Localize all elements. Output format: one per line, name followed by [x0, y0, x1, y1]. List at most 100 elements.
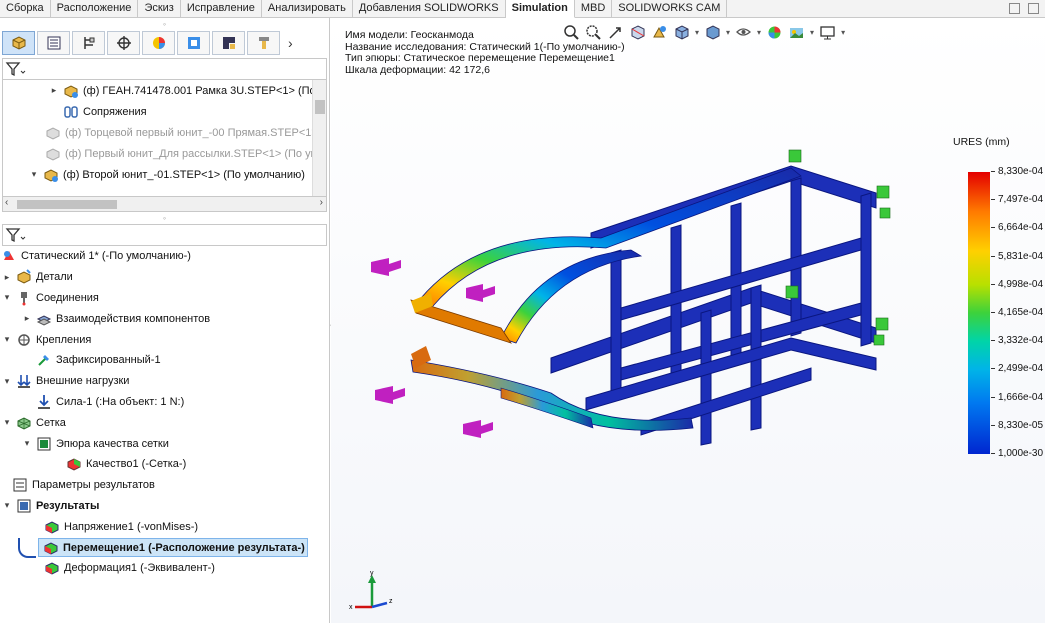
displacement-plot-icon — [42, 540, 60, 556]
expand-arrow-icon[interactable]: ▸ — [22, 313, 32, 324]
zoom-to-fit-icon[interactable] — [563, 24, 580, 41]
previous-view-icon[interactable] — [607, 24, 624, 41]
subassembly-icon — [42, 167, 60, 183]
chevron-down-icon[interactable]: ▾ — [810, 28, 814, 37]
collapse-arrow-icon[interactable]: ▾ — [2, 292, 12, 303]
hide-show-icon[interactable] — [735, 24, 752, 41]
dynamic-annotation-icon[interactable] — [651, 24, 668, 41]
study-filter[interactable] — [2, 224, 327, 246]
horizontal-scrollbar[interactable]: ‹ › — [2, 196, 327, 212]
tree-item[interactable]: ▸ Детали — [0, 267, 329, 288]
ribbon-tab[interactable]: Сборка — [0, 0, 51, 18]
chevron-down-icon[interactable]: ▾ — [726, 28, 730, 37]
legend-value: 7,497e-04 — [991, 194, 1043, 205]
panel-splitter[interactable]: ◦ — [0, 212, 329, 224]
scroll-left-icon[interactable]: ‹ — [5, 197, 8, 208]
ribbon-tab[interactable]: MBD — [575, 0, 613, 18]
selection-cursor-icon — [18, 537, 36, 558]
static-study-icon — [0, 248, 18, 264]
tree-item[interactable]: ▾ Внешние нагрузки — [0, 371, 329, 392]
fea-model-render[interactable] — [371, 138, 911, 458]
tree-item[interactable]: (ф) Первый юнит_Для рассылки.STEP<1> (По… — [3, 143, 326, 164]
tile-icon[interactable] — [1028, 3, 1039, 14]
cam-operation-tab[interactable] — [212, 31, 245, 55]
chevron-right-icon[interactable]: › — [288, 35, 293, 51]
ribbon-tab[interactable]: SOLIDWORKS CAM — [612, 0, 728, 18]
configuration-manager-tab[interactable] — [72, 31, 105, 55]
displacement-plot-row[interactable]: Перемещение1 (-Расположение результата-) — [38, 538, 308, 558]
tree-item[interactable]: ▸ (ф) ГЕАН.741478.001 Рамка 3U.STEP<1> (… — [3, 80, 326, 101]
filter-icon — [5, 62, 26, 77]
apply-scene-icon[interactable] — [788, 24, 805, 41]
fixed-geometry-icon — [35, 352, 53, 368]
tree-item[interactable]: ▸ Взаимодействия компонентов — [0, 308, 329, 329]
study-tree: Статический 1* (-По умолчанию-) ▸ Детали… — [0, 246, 329, 579]
external-loads-icon — [15, 373, 33, 389]
legend-value: 6,664e-04 — [991, 222, 1043, 233]
restore-icon[interactable] — [1009, 3, 1020, 14]
property-manager-tab[interactable] — [37, 31, 70, 55]
zoom-area-icon[interactable] — [585, 24, 602, 41]
chevron-down-icon[interactable]: ▾ — [757, 28, 761, 37]
stress-plot-icon — [43, 519, 61, 535]
view-orientation-icon[interactable] — [673, 24, 690, 41]
tree-item[interactable]: Параметры результатов — [0, 475, 329, 496]
tool-tab[interactable] — [247, 31, 280, 55]
view-settings-icon[interactable] — [819, 24, 836, 41]
tree-item-selected[interactable]: Перемещение1 (-Расположение результата-) — [0, 537, 329, 558]
feature-manager-tab[interactable] — [2, 31, 35, 55]
tree-item[interactable]: (ф) Торцевой первый юнит_-00 Прямая.STEP… — [3, 122, 326, 143]
section-view-icon[interactable] — [629, 24, 646, 41]
ribbon-tab[interactable]: Simulation — [505, 0, 575, 18]
chevron-down-icon[interactable]: ▾ — [695, 28, 699, 37]
study-root[interactable]: Статический 1* (-По умолчанию-) — [0, 246, 329, 267]
tree-item[interactable]: Качество1 (-Сетка-) — [0, 454, 329, 475]
display-manager-tab[interactable] — [142, 31, 175, 55]
tree-item[interactable]: Напряжение1 (-vonMises-) — [0, 516, 329, 537]
mesh-quality-plot-icon — [65, 456, 83, 472]
graphics-area[interactable]: Имя модели: Геосканмода Название исследо… — [331, 18, 1045, 623]
collapse-arrow-icon[interactable]: ▾ — [22, 438, 32, 449]
expand-arrow-icon[interactable]: ▸ — [49, 85, 59, 96]
display-style-icon[interactable] — [704, 24, 721, 41]
edit-appearance-icon[interactable] — [766, 24, 783, 41]
tree-item[interactable]: Деформация1 (-Эквивалент-) — [0, 558, 329, 579]
suppressed-part-icon — [44, 146, 62, 162]
tree-item[interactable]: Зафиксированный-1 — [0, 350, 329, 371]
collapse-arrow-icon[interactable]: ▾ — [2, 334, 12, 345]
fixtures-icon — [15, 332, 33, 348]
collapse-arrow-icon[interactable]: ▾ — [2, 376, 12, 387]
chevron-down-icon[interactable]: ▾ — [841, 28, 845, 37]
tool-icon — [258, 37, 269, 49]
tree-item[interactable]: Сопряжения — [3, 101, 326, 122]
tree-item[interactable]: ▾ (ф) Второй юнит_-01.STEP<1> (По умолча… — [3, 164, 326, 185]
legend-title: URES (mm) — [953, 136, 1010, 148]
tree-item[interactable]: ▾ Крепления — [0, 329, 329, 350]
vertical-scrollbar[interactable] — [312, 80, 326, 196]
result-options-icon — [11, 477, 29, 493]
ribbon-tab[interactable]: Исправление — [181, 0, 262, 18]
ribbon-tab[interactable]: Эскиз — [138, 0, 181, 18]
collapse-arrow-icon[interactable]: ▾ — [29, 169, 39, 180]
tree-item[interactable]: Сила-1 (:На объект: 1 N:) — [0, 392, 329, 413]
tree-item[interactable]: ▾ Соединения — [0, 288, 329, 309]
tree-item[interactable]: ▾ Результаты — [0, 496, 329, 517]
ribbon-tab[interactable]: Анализировать — [262, 0, 353, 18]
left-panel: ◦ › ▸ (ф) ГЕАН.741478.001 Рамка 3U.STEP<… — [0, 18, 330, 623]
expand-arrow-icon[interactable]: ▸ — [2, 272, 12, 283]
tree-item[interactable]: ▾ Сетка — [0, 412, 329, 433]
dimxpert-tab[interactable] — [107, 31, 140, 55]
cam-tab[interactable] — [177, 31, 210, 55]
feature-filter[interactable] — [2, 58, 327, 80]
appearance-icon — [152, 37, 165, 49]
panel-grip[interactable]: ◦ — [0, 18, 329, 30]
collapse-arrow-icon[interactable]: ▾ — [2, 417, 12, 428]
legend-color-bar — [968, 172, 990, 454]
tree-item[interactable]: ▾ Эпюра качества сетки — [0, 433, 329, 454]
mesh-icon — [15, 415, 33, 431]
ribbon-tab[interactable]: Добавления SOLIDWORKS — [353, 0, 506, 18]
scroll-right-icon[interactable]: › — [320, 197, 323, 208]
ribbon-tab[interactable]: Расположение — [51, 0, 139, 18]
deformation-scale: Шкала деформации: 42 172,6 — [345, 63, 490, 76]
collapse-arrow-icon[interactable]: ▾ — [2, 500, 12, 511]
